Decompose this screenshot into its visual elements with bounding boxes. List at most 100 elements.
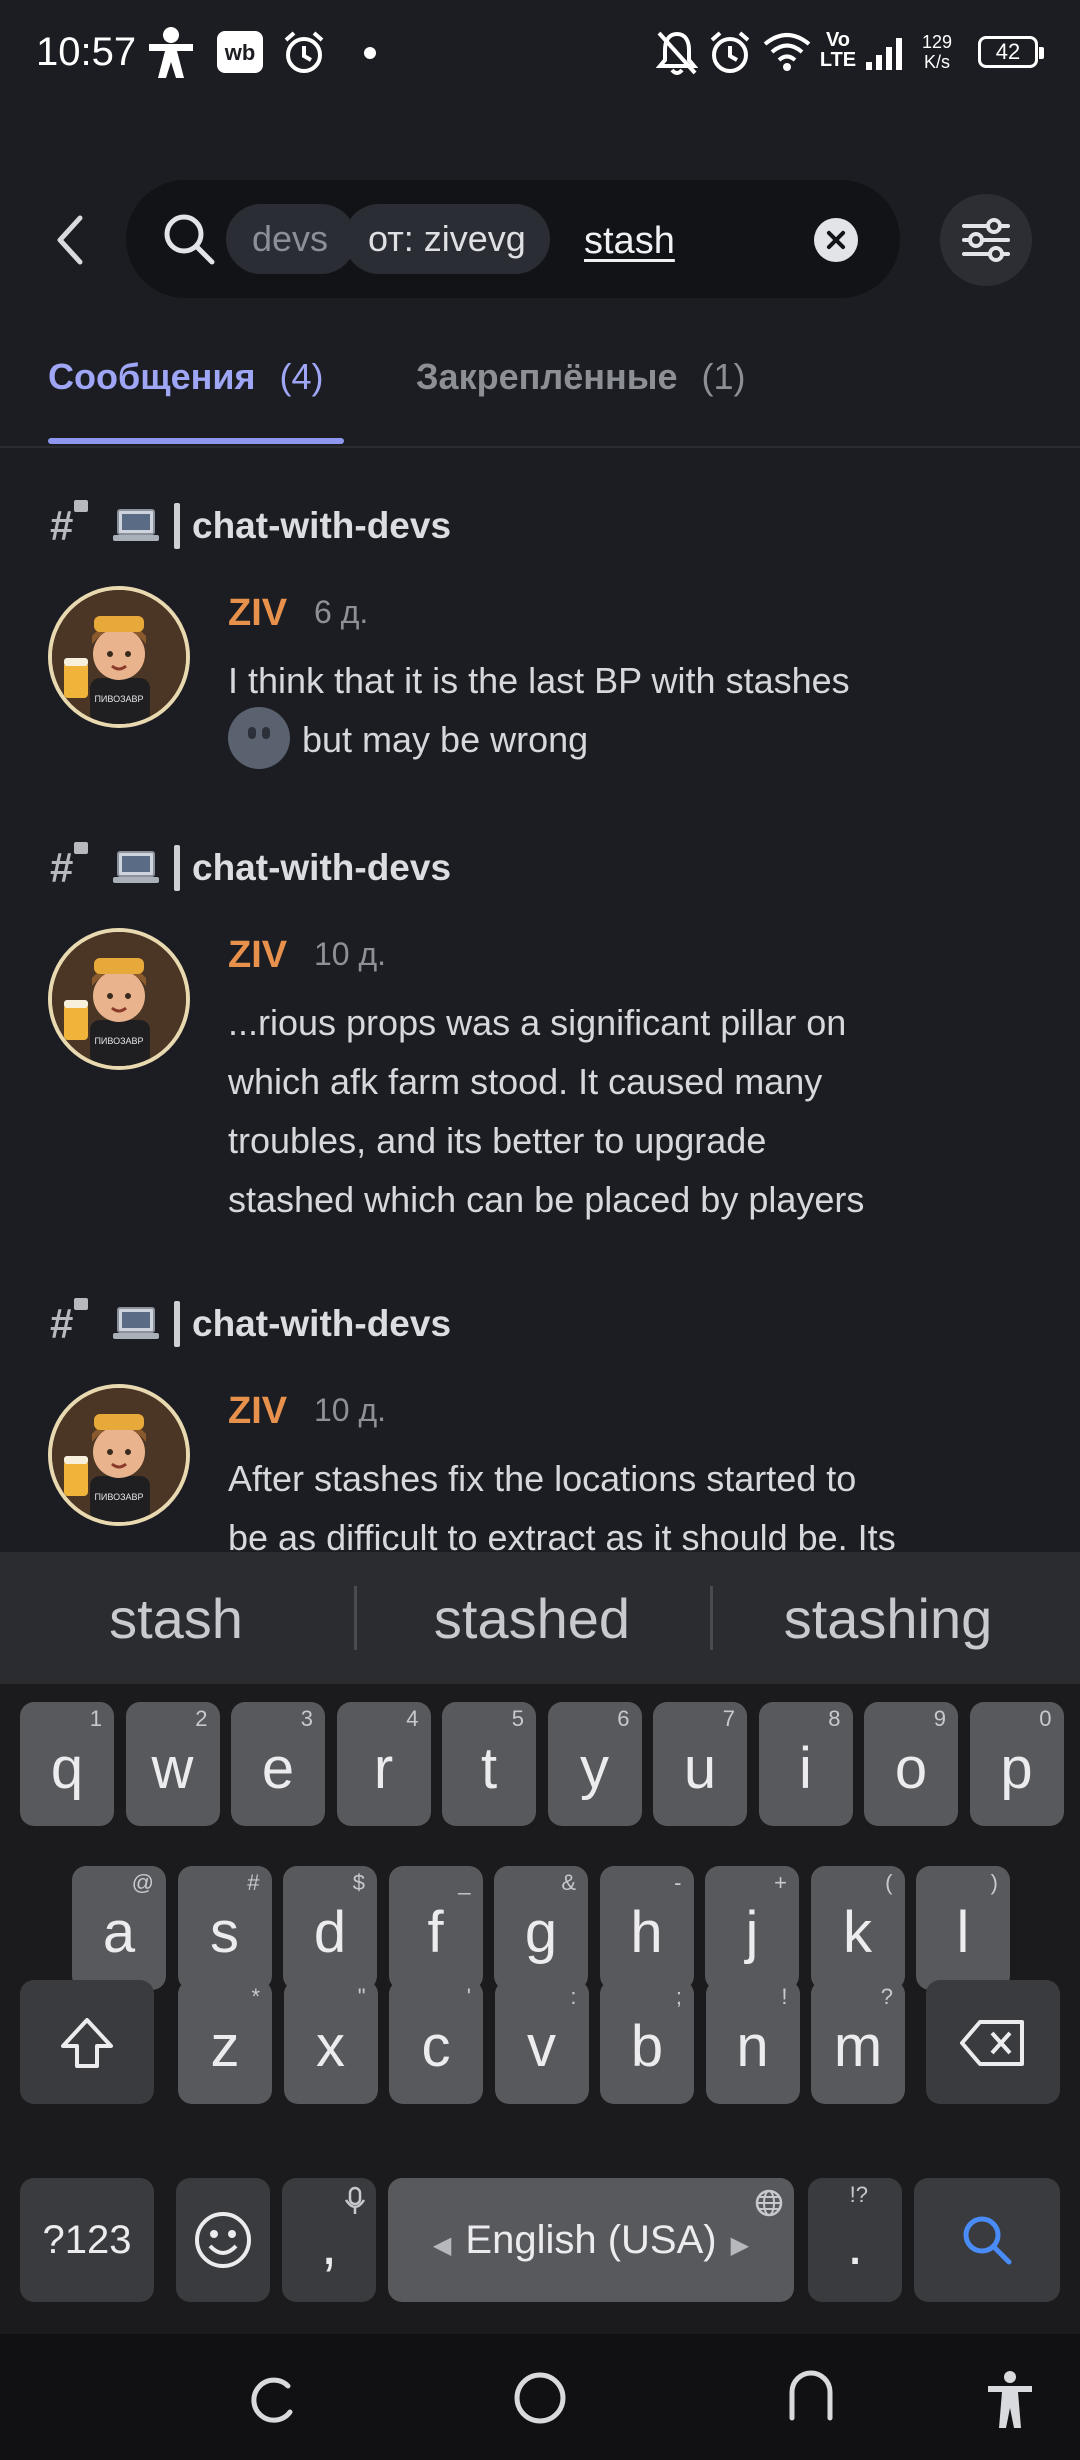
- locked-channel-icon: #: [50, 1298, 94, 1348]
- recent-apps-icon[interactable]: [244, 2374, 298, 2428]
- key-f[interactable]: f _: [388, 1866, 483, 1990]
- message-content[interactable]: ...rious props was a significant pillar …: [228, 993, 1008, 1229]
- backspace-key[interactable]: [926, 1980, 1060, 2104]
- message-author[interactable]: ZIV: [228, 592, 287, 635]
- chevron-left-icon: ◀: [432, 2232, 452, 2259]
- result-channel-header[interactable]: # chat-with-devs: [50, 1296, 451, 1352]
- person-icon: [149, 27, 193, 78]
- signal-icon: [866, 38, 902, 70]
- suggestion-item[interactable]: stashing: [718, 1586, 1058, 1651]
- divider: [0, 446, 1080, 448]
- key-b[interactable]: b;: [600, 1980, 694, 2104]
- system-nav-bar: [0, 2334, 1080, 2460]
- message-author[interactable]: ZIV: [228, 934, 287, 977]
- filter-button[interactable]: [940, 194, 1032, 286]
- message-author[interactable]: ZIV: [228, 1390, 287, 1433]
- smiley-icon: [195, 2212, 251, 2268]
- key-k[interactable]: k(: [810, 1866, 905, 1990]
- channel-filter-chip[interactable]: devs: [226, 204, 356, 274]
- message-timestamp: 10 д.: [314, 936, 387, 972]
- microphone-icon: [344, 2186, 366, 2214]
- key-u[interactable]: u7: [653, 1702, 747, 1826]
- wb-app-icon: wb: [217, 31, 263, 73]
- svg-text:ПИВОЗАВР: ПИВОЗАВР: [94, 1492, 143, 1502]
- battery-indicator: 42: [978, 36, 1044, 68]
- key-h[interactable]: h-: [599, 1866, 694, 1990]
- sliders-icon: [962, 218, 1010, 262]
- message-timestamp: 10 д.: [314, 1392, 387, 1428]
- suggestion-item[interactable]: stash: [6, 1586, 346, 1651]
- key-g[interactable]: g &: [494, 1866, 588, 1990]
- search-bar[interactable]: devs от: zivevg stash: [126, 180, 900, 298]
- key-p[interactable]: p0: [969, 1702, 1064, 1826]
- key-o[interactable]: o9: [864, 1702, 958, 1826]
- keyboard: q1w2e3r4t5y6u7i8o9p0 a @ s # d $ f _ g & h - j + k(l) …: [0, 1684, 1080, 2334]
- active-tab-indicator: [48, 438, 344, 444]
- clear-search-button[interactable]: [814, 218, 858, 262]
- symbols-key[interactable]: ?123: [20, 2178, 154, 2302]
- result-channel-header[interactable]: # chat-with-devs: [50, 498, 451, 554]
- message-content[interactable]: I think that it is the last BP with stas…: [228, 651, 1008, 773]
- back-icon[interactable]: [784, 2368, 838, 2422]
- search-key[interactable]: [914, 2178, 1060, 2302]
- result-channel-header[interactable]: # chat-with-devs: [50, 840, 451, 896]
- avatar-image: ПИВОЗАВР: [52, 1388, 186, 1522]
- key-w[interactable]: w2: [125, 1702, 220, 1826]
- key-q[interactable]: q1: [20, 1702, 114, 1826]
- key-c[interactable]: c ': [389, 1980, 483, 2104]
- shift-key[interactable]: [20, 1980, 154, 2104]
- key-x[interactable]: x ": [283, 1980, 378, 2104]
- avatar[interactable]: ПИВОЗАВР: [48, 1384, 190, 1526]
- key-e[interactable]: e3: [231, 1702, 325, 1826]
- space-key[interactable]: ◀ English (USA) ▶: [388, 2178, 794, 2302]
- avatar[interactable]: ПИВОЗАВР: [48, 586, 190, 728]
- status-bar: 10:57 wb Vo LTE 129 K/s 42: [0, 0, 1080, 110]
- emoji-key[interactable]: [176, 2178, 270, 2302]
- home-icon[interactable]: [512, 2370, 568, 2426]
- accessibility-icon[interactable]: [986, 2370, 1034, 2430]
- volte-indicator: Vo LTE: [819, 29, 857, 71]
- search-icon: [164, 214, 215, 265]
- search-input[interactable]: stash: [584, 220, 675, 263]
- search-icon: [963, 2216, 1012, 2265]
- avatar[interactable]: ПИВОЗАВР: [48, 928, 190, 1070]
- key-z[interactable]: z *: [178, 1980, 272, 2104]
- tab-pinned[interactable]: Закреплённые (1): [416, 356, 746, 398]
- svg-text:wb: wb: [224, 40, 256, 65]
- slightly-smiling-face-icon: [228, 707, 290, 770]
- network-speed: 129 K/s: [922, 32, 953, 72]
- key-y[interactable]: y6: [547, 1702, 642, 1826]
- key-r[interactable]: r4: [336, 1702, 431, 1826]
- alarm-icon: [710, 31, 750, 73]
- suggestion-bar: stash stashed stashing: [0, 1552, 1080, 1684]
- key-n[interactable]: n!: [705, 1980, 800, 2104]
- tab-messages[interactable]: Сообщения (4): [48, 356, 324, 398]
- author-filter-chip[interactable]: от: zivevg: [344, 204, 550, 274]
- key-j[interactable]: j +: [705, 1866, 799, 1990]
- channel-name: chat-with-devs: [192, 847, 452, 888]
- channel-name: chat-with-devs: [192, 1303, 452, 1344]
- alarm-icon: [284, 31, 324, 73]
- suggestion-item[interactable]: stashed: [362, 1586, 702, 1651]
- comma-key[interactable]: ,: [282, 2178, 376, 2302]
- avatar-image: ПИВОЗАВР: [52, 590, 186, 724]
- key-m[interactable]: m?: [811, 1980, 905, 2104]
- key-s[interactable]: s #: [177, 1866, 272, 1990]
- key-l[interactable]: l): [916, 1866, 1010, 1990]
- wifi-icon: [763, 33, 811, 71]
- message-content[interactable]: After stashes fix the locations started …: [228, 1449, 1008, 1567]
- period-key[interactable]: . !?: [808, 2178, 902, 2302]
- key-a[interactable]: a @: [72, 1866, 166, 1990]
- chevron-right-icon: ▶: [730, 2232, 750, 2259]
- key-v[interactable]: v:: [494, 1980, 589, 2104]
- laptop-icon: [113, 509, 159, 541]
- backspace-icon: [960, 2020, 1024, 2066]
- key-d[interactable]: d $: [283, 1866, 377, 1990]
- svg-text:ПИВОЗАВР: ПИВОЗАВР: [94, 1036, 143, 1046]
- status-time: 10:57: [36, 30, 137, 74]
- key-t[interactable]: t5: [442, 1702, 536, 1826]
- back-button[interactable]: [50, 210, 90, 270]
- key-i[interactable]: i8: [758, 1702, 853, 1826]
- svg-text:ПИВОЗАВР: ПИВОЗАВР: [94, 694, 143, 704]
- shift-icon: [61, 2018, 113, 2068]
